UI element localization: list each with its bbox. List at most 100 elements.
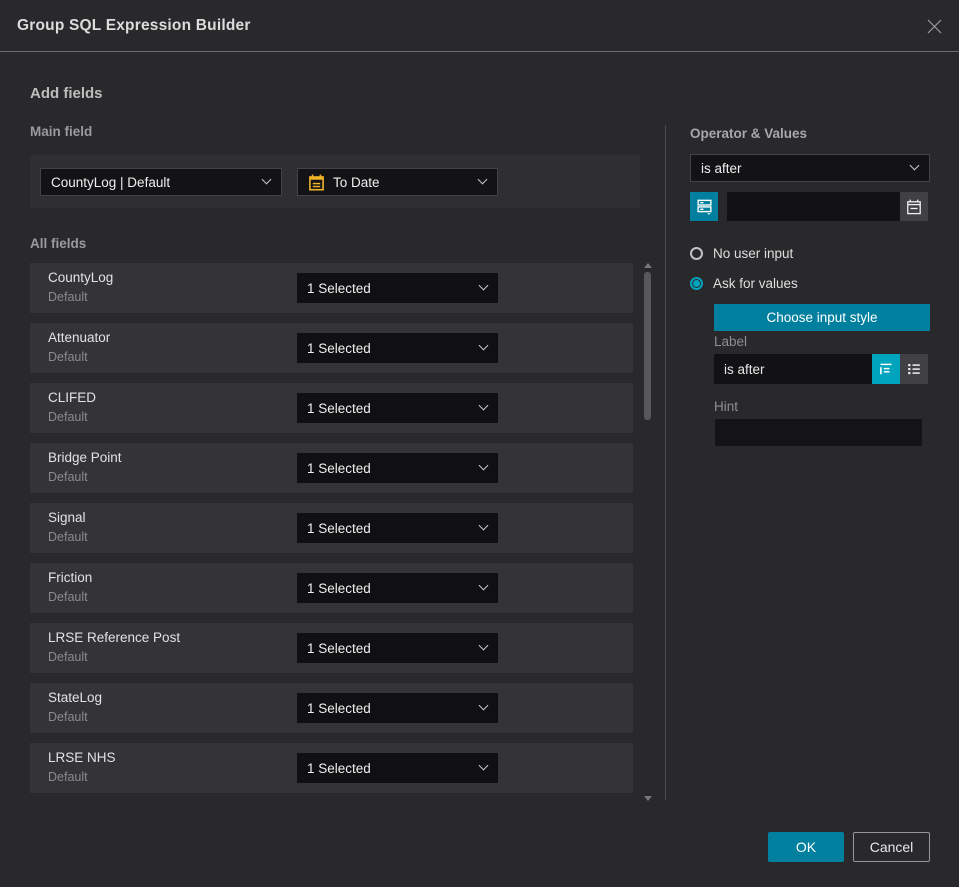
single-value-style-button[interactable] bbox=[872, 354, 900, 384]
field-name: CountyLog bbox=[48, 270, 114, 285]
choose-input-style-button[interactable]: Choose input style bbox=[714, 304, 930, 331]
field-selected-dropdown[interactable]: 1 Selected bbox=[297, 273, 498, 303]
dialog-title: Group SQL Expression Builder bbox=[17, 17, 251, 34]
operator-values-heading: Operator & Values bbox=[690, 126, 808, 141]
field-row: StateLog Default 1 Selected bbox=[30, 683, 633, 733]
field-name: Bridge Point bbox=[48, 450, 122, 465]
field-selected-value: 1 Selected bbox=[307, 580, 371, 596]
scrollbar-thumb[interactable] bbox=[644, 272, 651, 420]
date-field-select-value: To Date bbox=[333, 174, 380, 190]
chevron-down-icon bbox=[261, 174, 272, 185]
title-bar: Group SQL Expression Builder bbox=[0, 0, 959, 52]
chevron-down-icon bbox=[477, 174, 488, 185]
field-selected-value: 1 Selected bbox=[307, 760, 371, 776]
ok-button[interactable]: OK bbox=[768, 832, 844, 862]
field-name: CLIFED bbox=[48, 390, 97, 405]
calendar-icon bbox=[907, 199, 921, 214]
field-type: Default bbox=[48, 410, 88, 424]
calendar-picker-button[interactable] bbox=[900, 192, 928, 221]
chevron-down-icon bbox=[478, 580, 489, 591]
field-type: Default bbox=[48, 710, 88, 724]
chevron-down-icon bbox=[478, 280, 489, 291]
main-field-select-value: CountyLog | Default bbox=[51, 174, 171, 190]
field-type: Default bbox=[48, 530, 88, 544]
field-selected-value: 1 Selected bbox=[307, 400, 371, 416]
field-selected-dropdown[interactable]: 1 Selected bbox=[297, 513, 498, 543]
close-icon bbox=[927, 19, 941, 33]
radio-circle-icon bbox=[690, 276, 703, 290]
cancel-button[interactable]: Cancel bbox=[853, 832, 930, 862]
label-heading: Label bbox=[714, 334, 748, 349]
group-sql-expression-builder-dialog: Group SQL Expression Builder Add fields … bbox=[0, 0, 959, 887]
radio-circle-icon bbox=[690, 246, 703, 260]
field-selected-dropdown[interactable]: 1 Selected bbox=[297, 573, 498, 603]
field-selected-dropdown[interactable]: 1 Selected bbox=[297, 633, 498, 663]
chevron-down-icon bbox=[478, 460, 489, 471]
field-row: Attenuator Default 1 Selected bbox=[30, 323, 633, 373]
field-type: Default bbox=[48, 590, 88, 604]
field-selected-dropdown[interactable]: 1 Selected bbox=[297, 453, 498, 483]
radio-ask-for-values-label: Ask for values bbox=[713, 275, 798, 291]
align-left-icon bbox=[880, 363, 892, 375]
chevron-down-icon bbox=[478, 340, 489, 351]
field-row: CountyLog Default 1 Selected bbox=[30, 263, 633, 313]
operator-select[interactable]: is after bbox=[690, 154, 930, 182]
field-row: Friction Default 1 Selected bbox=[30, 563, 633, 613]
field-name: LRSE NHS bbox=[48, 750, 116, 765]
hint-heading: Hint bbox=[714, 399, 739, 414]
field-name: Signal bbox=[48, 510, 86, 525]
field-type: Default bbox=[48, 770, 88, 784]
field-selected-dropdown[interactable]: 1 Selected bbox=[297, 393, 498, 423]
main-field-band: CountyLog | Default To Date bbox=[30, 155, 640, 208]
calendar-icon bbox=[309, 174, 324, 191]
label-input[interactable] bbox=[714, 354, 872, 384]
chevron-down-icon bbox=[478, 640, 489, 651]
list-style-button[interactable] bbox=[900, 354, 928, 384]
chevron-down-icon bbox=[478, 520, 489, 531]
field-row: LRSE Reference Post Default 1 Selected bbox=[30, 623, 633, 673]
field-type: Default bbox=[48, 350, 88, 364]
add-fields-heading: Add fields bbox=[30, 85, 103, 102]
close-button[interactable] bbox=[922, 14, 946, 38]
chevron-down-icon bbox=[478, 760, 489, 771]
input-type-button[interactable] bbox=[690, 192, 718, 221]
field-selected-value: 1 Selected bbox=[307, 460, 371, 476]
operator-select-value: is after bbox=[701, 160, 742, 176]
hint-input[interactable] bbox=[715, 419, 922, 446]
field-type: Default bbox=[48, 650, 88, 664]
field-selected-value: 1 Selected bbox=[307, 640, 371, 656]
field-selected-dropdown[interactable]: 1 Selected bbox=[297, 333, 498, 363]
chevron-down-icon bbox=[909, 160, 920, 171]
field-row: CLIFED Default 1 Selected bbox=[30, 383, 633, 433]
field-selected-value: 1 Selected bbox=[307, 340, 371, 356]
field-name: Attenuator bbox=[48, 330, 111, 345]
scrollbar-up-arrow[interactable] bbox=[644, 263, 652, 268]
chevron-down-icon bbox=[478, 400, 489, 411]
field-selected-dropdown[interactable]: 1 Selected bbox=[297, 753, 498, 783]
field-selected-value: 1 Selected bbox=[307, 520, 371, 536]
field-selected-value: 1 Selected bbox=[307, 280, 371, 296]
radio-ask-for-values[interactable]: Ask for values bbox=[690, 274, 798, 292]
main-field-label: Main field bbox=[30, 124, 93, 139]
field-selected-dropdown[interactable]: 1 Selected bbox=[297, 693, 498, 723]
bullet-list-icon bbox=[908, 364, 920, 375]
scrollbar-down-arrow[interactable] bbox=[644, 796, 652, 801]
main-field-select[interactable]: CountyLog | Default bbox=[40, 168, 282, 196]
field-name: LRSE Reference Post bbox=[48, 630, 181, 645]
field-row: Bridge Point Default 1 Selected bbox=[30, 443, 633, 493]
date-field-select[interactable]: To Date bbox=[297, 168, 498, 196]
chevron-down-icon bbox=[478, 700, 489, 711]
panel-divider bbox=[665, 125, 666, 800]
radio-no-user-input-label: No user input bbox=[713, 245, 794, 261]
field-row: Signal Default 1 Selected bbox=[30, 503, 633, 553]
field-row: LRSE NHS Default 1 Selected bbox=[30, 743, 633, 793]
input-type-icon bbox=[696, 199, 712, 215]
field-selected-value: 1 Selected bbox=[307, 700, 371, 716]
value-input[interactable] bbox=[727, 192, 900, 221]
radio-no-user-input[interactable]: No user input bbox=[690, 244, 793, 262]
field-name: StateLog bbox=[48, 690, 103, 705]
field-type: Default bbox=[48, 470, 88, 484]
field-name: Friction bbox=[48, 570, 93, 585]
field-type: Default bbox=[48, 290, 88, 304]
all-fields-label: All fields bbox=[30, 236, 87, 251]
